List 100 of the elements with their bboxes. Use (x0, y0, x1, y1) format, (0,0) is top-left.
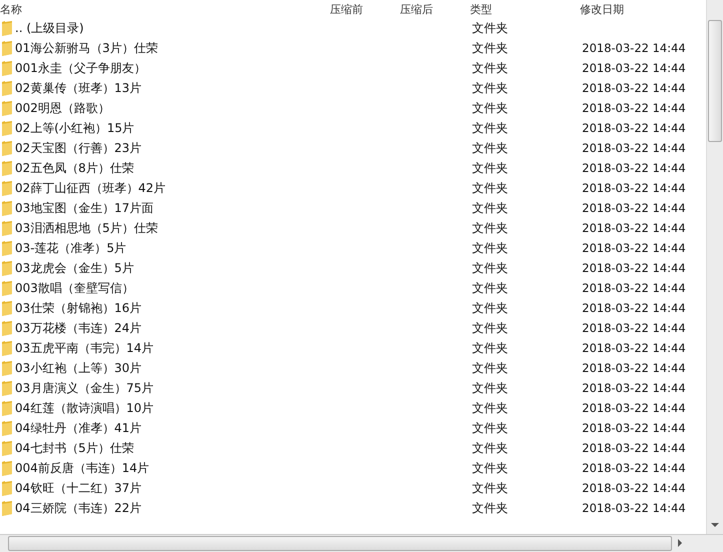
file-type: 文件夹 (472, 300, 508, 314)
folder-icon (2, 20, 12, 36)
modified-date: 2018-03-22 14:44 (582, 181, 686, 195)
folder-icon (2, 200, 12, 216)
modified-date: 2018-03-22 14:44 (582, 481, 686, 495)
file-name[interactable]: 01海公新驸马（3片）仕荣 (15, 40, 158, 56)
file-type: 文件夹 (472, 240, 508, 254)
folder-icon (2, 40, 12, 56)
file-type: 文件夹 (472, 180, 508, 194)
folder-icon (2, 60, 12, 76)
file-name[interactable]: 03小红袍（上等）30片 (15, 360, 142, 376)
folder-icon (2, 160, 12, 176)
file-name[interactable]: 04红莲（散诗演唱）10片 (15, 400, 154, 416)
modified-date: 2018-03-22 14:44 (582, 381, 686, 395)
file-name[interactable]: 04七封书（5片）仕荣 (15, 440, 134, 456)
file-name[interactable]: 03月唐演义（金生）75片 (15, 380, 154, 396)
file-type: 文件夹 (472, 260, 508, 274)
file-name[interactable]: 002明恩（路歌） (15, 100, 110, 116)
folder-icon (2, 300, 12, 316)
file-name[interactable]: 04钦旺（十二红）37片 (15, 480, 142, 496)
scrollbar-thumb[interactable] (8, 536, 672, 551)
modified-date: 2018-03-22 14:44 (582, 321, 686, 335)
file-name[interactable]: 03-莲花（准孝）5片 (15, 240, 126, 256)
modified-date: 2018-03-22 14:44 (582, 301, 686, 315)
file-type: 文件夹 (472, 60, 508, 74)
file-type: 文件夹 (472, 80, 508, 94)
column-header[interactable]: 类型 (470, 2, 580, 16)
scrollbar-thumb[interactable] (708, 20, 722, 142)
modified-date: 2018-03-22 14:44 (582, 201, 686, 215)
file-type: 文件夹 (472, 420, 508, 434)
file-type: 文件夹 (472, 220, 508, 234)
folder-icon (2, 100, 12, 116)
scroll-down-icon[interactable] (711, 523, 719, 528)
file-name[interactable]: 004前反唐（韦连）14片 (15, 460, 150, 476)
modified-date: 2018-03-22 14:44 (582, 421, 686, 435)
file-name[interactable]: 04绿牡丹（准孝）41片 (15, 420, 142, 436)
modified-date: 2018-03-22 14:44 (582, 101, 686, 115)
file-type: 文件夹 (472, 20, 508, 34)
file-type: 文件夹 (472, 480, 508, 494)
modified-date: 2018-03-22 14:44 (582, 241, 686, 255)
folder-icon (2, 460, 12, 476)
folder-icon (2, 400, 12, 416)
modified-date: 2018-03-22 14:44 (582, 261, 686, 275)
folder-icon (2, 480, 12, 496)
file-name[interactable]: 03地宝图（金生）17片面 (15, 200, 154, 216)
modified-date: 2018-03-22 14:44 (582, 161, 686, 175)
modified-date: 2018-03-22 14:44 (582, 441, 686, 455)
modified-date: 2018-03-22 14:44 (582, 281, 686, 295)
file-name[interactable]: 03仕荣（射锦袍）16片 (15, 300, 142, 316)
folder-icon (2, 140, 12, 156)
file-name[interactable]: 02薛丁山征西（班孝）42片 (15, 180, 166, 196)
file-name[interactable]: .. (上级目录) (15, 20, 84, 36)
column-header[interactable]: 修改日期 (580, 2, 706, 16)
file-name[interactable]: 03泪洒相思地（5片）仕荣 (15, 220, 158, 236)
file-name[interactable]: 001永圭（父子争朋友） (15, 60, 146, 76)
folder-icon (2, 340, 12, 356)
file-name[interactable]: 02天宝图（行善）23片 (15, 140, 142, 156)
folder-icon (2, 240, 12, 256)
file-name[interactable]: 03五虎平南（韦完）14片 (15, 340, 154, 356)
file-type: 文件夹 (472, 200, 508, 214)
modified-date: 2018-03-22 14:44 (582, 81, 686, 95)
vertical-scrollbar[interactable] (706, 0, 723, 534)
file-name[interactable]: 02上等(小红袍）15片 (15, 120, 134, 136)
file-type: 文件夹 (472, 340, 508, 354)
folder-icon (2, 280, 12, 296)
file-type: 文件夹 (472, 120, 508, 134)
scroll-right-icon[interactable] (678, 539, 683, 547)
file-name[interactable]: 03龙虎会（金生）5片 (15, 260, 134, 276)
folder-icon (2, 180, 12, 196)
modified-date: 2018-03-22 14:44 (582, 501, 686, 515)
modified-date: 2018-03-22 14:44 (582, 121, 686, 135)
horizontal-scrollbar[interactable] (0, 534, 723, 552)
folder-icon (2, 440, 12, 456)
folder-icon (2, 220, 12, 236)
file-type: 文件夹 (472, 460, 508, 474)
folder-icon (2, 360, 12, 376)
file-name[interactable]: 02黄巢传（班孝）13片 (15, 80, 142, 96)
file-name[interactable]: 003散唱（奎壁写信） (15, 280, 134, 296)
file-type: 文件夹 (472, 160, 508, 174)
column-header[interactable]: 压缩前 (330, 2, 400, 16)
file-type: 文件夹 (472, 400, 508, 414)
file-type: 文件夹 (472, 320, 508, 334)
folder-icon (2, 420, 12, 436)
file-name[interactable]: 03万花楼（韦连）24片 (15, 320, 142, 336)
file-name[interactable]: 04三娇院（韦连）22片 (15, 500, 142, 516)
column-header[interactable]: 压缩后 (400, 2, 470, 16)
file-type: 文件夹 (472, 100, 508, 114)
file-type: 文件夹 (472, 280, 508, 294)
folder-icon (2, 500, 12, 516)
file-name[interactable]: 02五色凤（8片）仕荣 (15, 160, 134, 176)
modified-date: 2018-03-22 14:44 (582, 401, 686, 415)
file-type: 文件夹 (472, 360, 508, 374)
file-type: 文件夹 (472, 500, 508, 514)
folder-icon (2, 260, 12, 276)
file-type: 文件夹 (472, 380, 508, 394)
modified-date: 2018-03-22 14:44 (582, 341, 686, 355)
column-header[interactable]: 名称 (0, 2, 330, 16)
modified-date: 2018-03-22 14:44 (582, 221, 686, 235)
folder-icon (2, 320, 12, 336)
modified-date: 2018-03-22 14:44 (582, 61, 686, 75)
